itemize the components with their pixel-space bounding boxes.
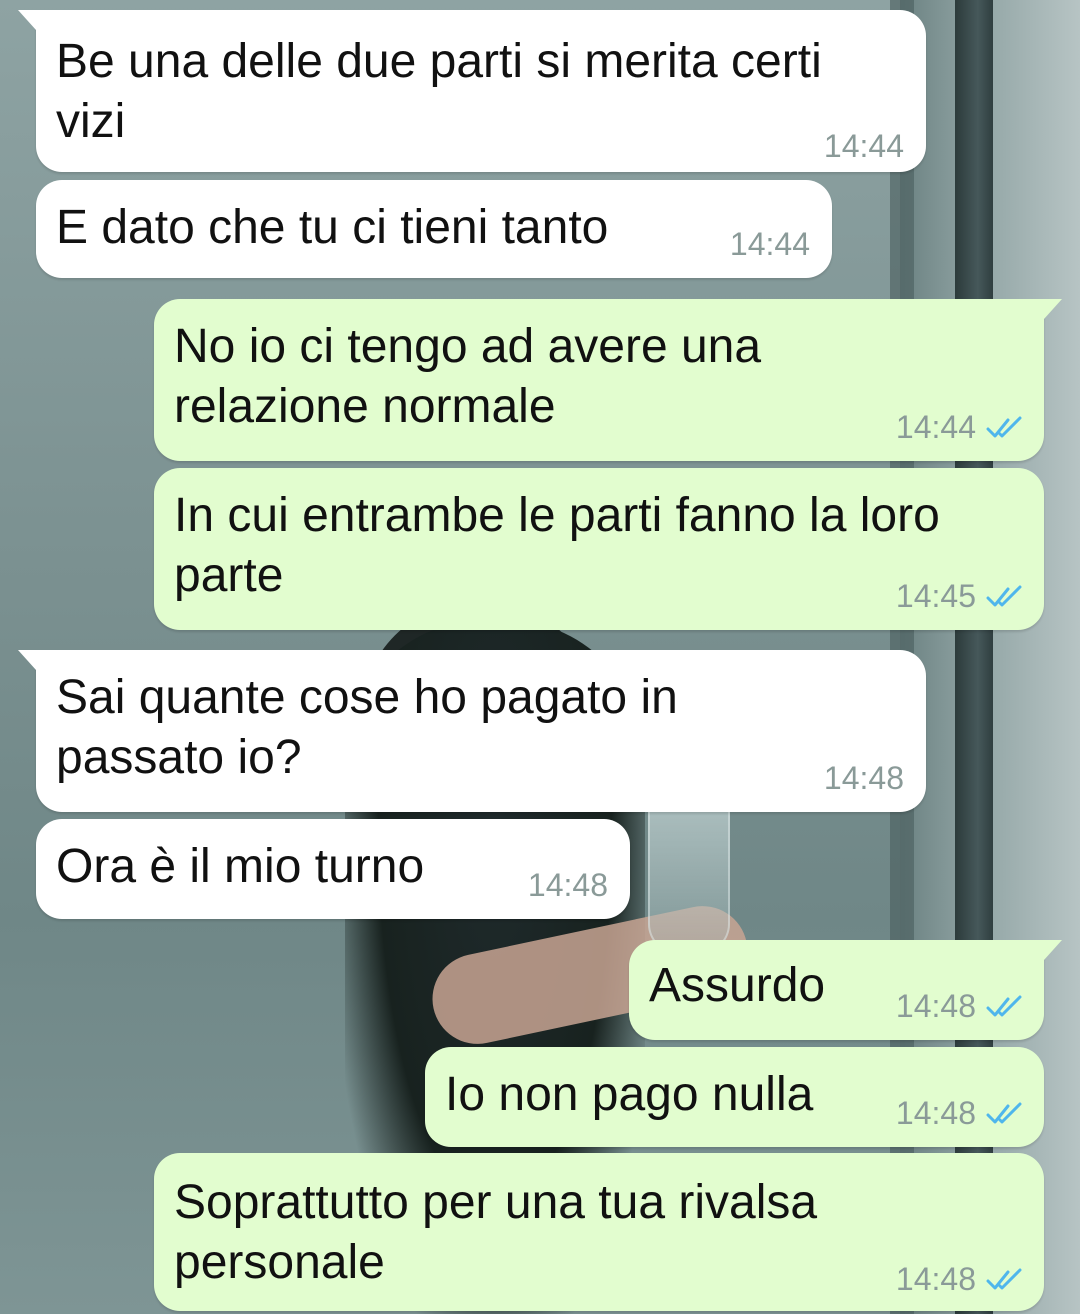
message-meta: 14:48 xyxy=(528,867,608,904)
message-time: 14:48 xyxy=(895,1261,976,1297)
message-meta: 14:44 xyxy=(730,226,810,263)
message-text: Io non pago nulla xyxy=(445,1068,814,1121)
message-meta: 14:48 xyxy=(896,1261,1024,1298)
message-bubble-incoming[interactable]: Sai quante cose ho pagato in passato io?… xyxy=(18,650,926,812)
read-double-check-icon xyxy=(986,585,1022,606)
message-bubble-outgoing[interactable]: No io ci tengo ad avere una relazione no… xyxy=(154,299,1062,461)
message-text: No io ci tengo ad avere una relazione no… xyxy=(174,320,762,433)
message-meta: 14:44 xyxy=(824,128,904,165)
message-time: 14:44 xyxy=(823,128,904,164)
message-list[interactable]: Be una delle due parti si merita certi v… xyxy=(0,0,1080,1314)
message-time: 14:48 xyxy=(895,988,976,1024)
message-time: 14:44 xyxy=(895,409,976,445)
message-text: In cui entrambe le parti fanno la loro p… xyxy=(174,489,940,602)
message-meta: 14:45 xyxy=(896,578,1024,615)
message-bubble-incoming[interactable]: E dato che tu ci tieni tanto 14:44 xyxy=(36,180,832,278)
message-bubble-incoming[interactable]: Be una delle due parti si merita certi v… xyxy=(18,10,926,172)
message-text: Assurdo xyxy=(649,959,826,1012)
message-meta: 14:44 xyxy=(896,409,1024,446)
message-time: 14:48 xyxy=(823,760,904,796)
message-bubble-outgoing[interactable]: Assurdo 14:48 xyxy=(629,940,1062,1040)
message-text: E dato che tu ci tieni tanto xyxy=(56,201,609,254)
read-double-check-icon xyxy=(986,416,1022,437)
read-double-check-icon xyxy=(986,1102,1022,1123)
message-meta: 14:48 xyxy=(824,760,904,797)
message-time: 14:48 xyxy=(895,1095,976,1131)
message-time: 14:48 xyxy=(527,867,608,903)
message-bubble-outgoing[interactable]: Io non pago nulla 14:48 xyxy=(425,1047,1044,1147)
message-bubble-incoming[interactable]: Ora è il mio turno 14:48 xyxy=(36,819,630,919)
message-meta: 14:48 xyxy=(896,988,1024,1025)
message-time: 14:44 xyxy=(729,226,810,262)
read-double-check-icon xyxy=(986,1268,1022,1289)
message-text: Soprattutto per una tua rivalsa personal… xyxy=(174,1176,818,1289)
message-time: 14:45 xyxy=(895,578,976,614)
read-double-check-icon xyxy=(986,995,1022,1016)
message-bubble-outgoing[interactable]: In cui entrambe le parti fanno la loro p… xyxy=(154,468,1044,630)
message-meta: 14:48 xyxy=(896,1095,1024,1132)
message-text: Be una delle due parti si merita certi v… xyxy=(56,35,822,148)
message-text: Ora è il mio turno xyxy=(56,840,425,893)
message-text: Sai quante cose ho pagato in passato io? xyxy=(56,671,678,784)
message-bubble-outgoing[interactable]: Soprattutto per una tua rivalsa personal… xyxy=(154,1153,1044,1311)
